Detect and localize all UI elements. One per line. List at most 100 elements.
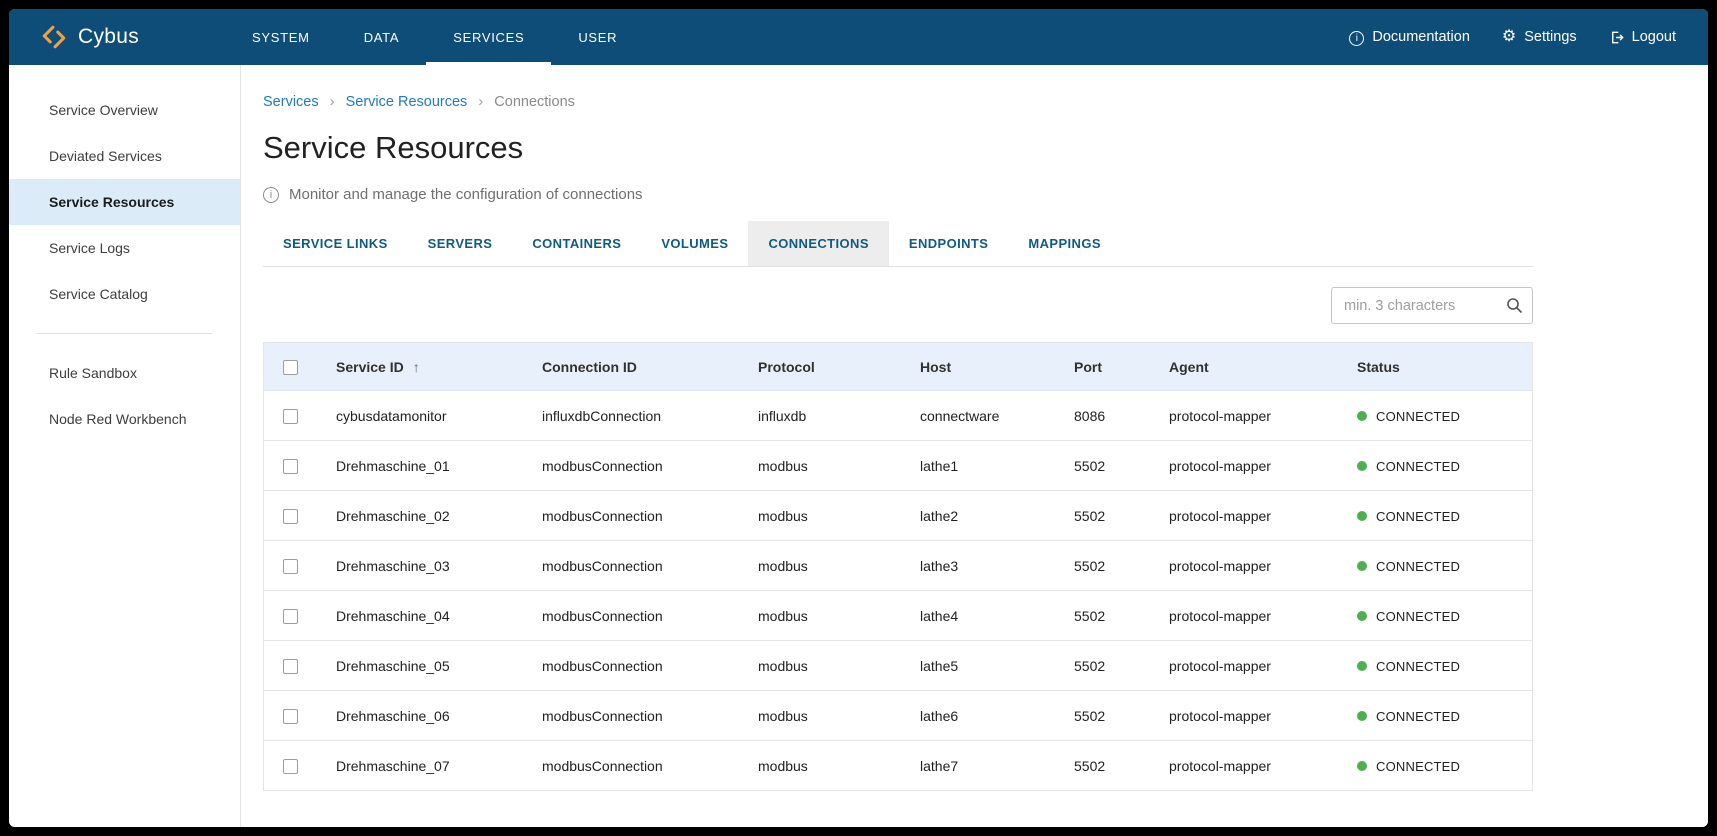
cell-connection-id: modbusConnection [522, 641, 738, 691]
row-checkbox[interactable] [283, 759, 298, 774]
cell-port: 5502 [1054, 741, 1149, 791]
tabs: SERVICE LINKSSERVERSCONTAINERSVOLUMESCON… [263, 221, 1533, 267]
tab-mappings[interactable]: MAPPINGS [1008, 221, 1121, 266]
search-input[interactable] [1331, 287, 1533, 324]
cell-protocol: modbus [738, 591, 900, 641]
navbar-action-documentation[interactable]: iDocumentation [1349, 29, 1470, 46]
navbar-actions: iDocumentation ⚙Settings Logout [1349, 9, 1708, 65]
cell-status: CONNECTED [1337, 641, 1532, 691]
status-dot [1357, 711, 1367, 721]
navbar: Cybus SYSTEMDATASERVICESUSER iDocumentat… [9, 9, 1708, 65]
sidebar: Service OverviewDeviated ServicesService… [9, 65, 241, 827]
status-dot [1357, 461, 1367, 471]
sidebar-item-service-logs[interactable]: Service Logs [9, 225, 240, 271]
row-checkbox[interactable] [283, 459, 298, 474]
row-checkbox[interactable] [283, 509, 298, 524]
main-content: Services›Service Resources›Connections S… [241, 65, 1708, 827]
cell-host: lathe4 [900, 591, 1054, 641]
sidebar-item-service-overview[interactable]: Service Overview [9, 87, 240, 133]
sidebar-item-service-catalog[interactable]: Service Catalog [9, 271, 240, 317]
navbar-action-label: Logout [1632, 29, 1676, 45]
sidebar-item-rule-sandbox[interactable]: Rule Sandbox [9, 350, 240, 396]
app-body: Service OverviewDeviated ServicesService… [9, 65, 1708, 827]
logout-icon [1609, 30, 1624, 45]
status-label: CONNECTED [1376, 759, 1460, 774]
cell-protocol: modbus [738, 541, 900, 591]
table-row: Drehmaschine_01modbusConnectionmodbuslat… [264, 441, 1532, 491]
table-row: Drehmaschine_04modbusConnectionmodbuslat… [264, 591, 1532, 641]
status-dot [1357, 411, 1367, 421]
cell-connection-id: modbusConnection [522, 691, 738, 741]
column-header-protocol[interactable]: Protocol [738, 343, 900, 391]
tab-containers[interactable]: CONTAINERS [512, 221, 641, 266]
navbar-menu: SYSTEMDATASERVICESUSER [225, 9, 644, 65]
search-icon[interactable] [1506, 297, 1523, 314]
breadcrumb-item-service-resources[interactable]: Service Resources [346, 94, 468, 110]
cell-host: lathe2 [900, 491, 1054, 541]
column-header-port[interactable]: Port [1054, 343, 1149, 391]
page-subtitle: Monitor and manage the configuration of … [289, 186, 643, 203]
cell-host: connectware [900, 391, 1054, 441]
status-label: CONNECTED [1376, 509, 1460, 524]
column-header-connection-id[interactable]: Connection ID [522, 343, 738, 391]
cell-host: lathe6 [900, 691, 1054, 741]
sidebar-item-node-red-workbench[interactable]: Node Red Workbench [9, 396, 240, 442]
cell-protocol: modbus [738, 441, 900, 491]
select-all-checkbox[interactable] [283, 360, 298, 375]
column-label: Protocol [758, 359, 815, 375]
cell-protocol: influxdb [738, 391, 900, 441]
nav-item-user[interactable]: USER [551, 9, 644, 65]
sidebar-divider [37, 333, 212, 334]
row-checkbox[interactable] [283, 609, 298, 624]
cell-service-id: Drehmaschine_06 [316, 691, 522, 741]
brand-name: Cybus [78, 25, 139, 49]
cell-port: 5502 [1054, 541, 1149, 591]
nav-item-services[interactable]: SERVICES [426, 9, 551, 65]
table-row: Drehmaschine_06modbusConnectionmodbuslat… [264, 691, 1532, 741]
row-checkbox[interactable] [283, 409, 298, 424]
status-dot [1357, 761, 1367, 771]
sidebar-item-deviated-services[interactable]: Deviated Services [9, 133, 240, 179]
breadcrumb-item-services[interactable]: Services [263, 94, 319, 110]
column-header-service-id[interactable]: Service ID ↑ [316, 343, 522, 391]
tab-service-links[interactable]: SERVICE LINKS [263, 221, 408, 266]
cell-agent: protocol-mapper [1149, 441, 1337, 491]
cell-connection-id: modbusConnection [522, 541, 738, 591]
column-header-agent[interactable]: Agent [1149, 343, 1337, 391]
cell-status: CONNECTED [1337, 591, 1532, 641]
row-checkbox[interactable] [283, 709, 298, 724]
cell-host: lathe5 [900, 641, 1054, 691]
nav-item-system[interactable]: SYSTEM [225, 9, 337, 65]
nav-item-data[interactable]: DATA [337, 9, 427, 65]
tab-servers[interactable]: SERVERS [408, 221, 513, 266]
tab-endpoints[interactable]: ENDPOINTS [889, 221, 1008, 266]
navbar-action-label: Documentation [1372, 29, 1470, 45]
cell-agent: protocol-mapper [1149, 741, 1337, 791]
cell-connection-id: modbusConnection [522, 591, 738, 641]
column-header-status[interactable]: Status [1337, 343, 1532, 391]
cybus-logo-icon [41, 24, 67, 50]
row-checkbox[interactable] [283, 659, 298, 674]
status-label: CONNECTED [1376, 559, 1460, 574]
navbar-action-label: Settings [1524, 29, 1576, 45]
cell-connection-id: modbusConnection [522, 741, 738, 791]
brand[interactable]: Cybus [9, 9, 139, 65]
search-row [263, 267, 1533, 342]
info-circle-icon: i [263, 187, 279, 203]
table-header-row: Service ID ↑ Connection ID Protocol HostPort… [264, 343, 1532, 391]
cell-status: CONNECTED [1337, 391, 1532, 441]
sort-asc-icon: ↑ [413, 359, 420, 375]
breadcrumb-separator: › [330, 93, 335, 110]
status-label: CONNECTED [1376, 609, 1460, 624]
column-header-host[interactable]: Host [900, 343, 1054, 391]
tab-volumes[interactable]: VOLUMES [641, 221, 748, 266]
breadcrumb: Services›Service Resources›Connections [263, 93, 1533, 110]
navbar-action-logout[interactable]: Logout [1609, 29, 1676, 45]
sidebar-item-service-resources[interactable]: Service Resources [9, 179, 240, 225]
row-checkbox[interactable] [283, 559, 298, 574]
navbar-action-settings[interactable]: ⚙Settings [1502, 29, 1577, 45]
column-label: Service ID [336, 359, 404, 375]
cell-connection-id: influxdbConnection [522, 391, 738, 441]
tab-connections[interactable]: CONNECTIONS [748, 221, 888, 266]
cell-protocol: modbus [738, 691, 900, 741]
